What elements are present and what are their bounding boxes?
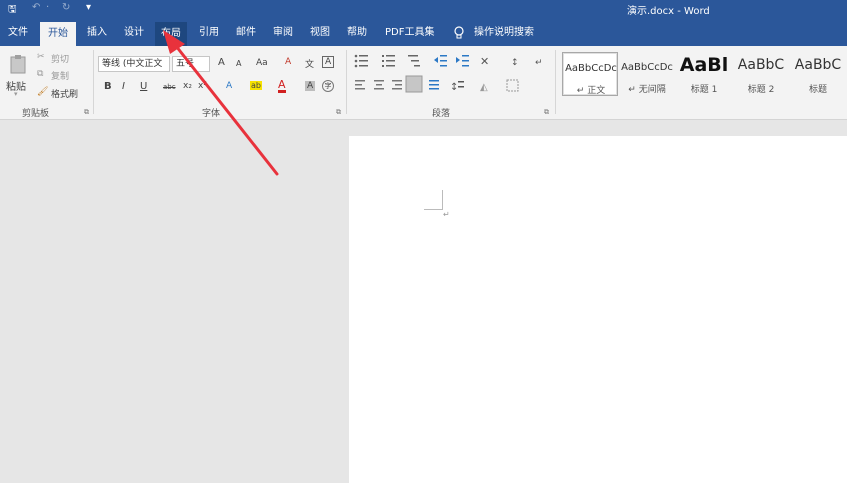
- style-no-spacing[interactable]: AaBbCcDc ↵ 无间隔: [619, 52, 675, 96]
- paragraph-mark: ↵: [443, 210, 450, 219]
- multilevel-list-icon: [408, 55, 420, 67]
- font-size-combo[interactable]: 五号: [172, 56, 210, 72]
- underline-button[interactable]: U: [140, 81, 147, 92]
- tab-home[interactable]: 开始: [40, 22, 76, 46]
- character-border-button[interactable]: A: [322, 56, 335, 68]
- tab-references[interactable]: 引用: [199, 18, 219, 46]
- style-name: 标题 2: [747, 85, 775, 95]
- strikethrough-button[interactable]: abc: [163, 83, 176, 91]
- tab-help[interactable]: 帮助: [347, 18, 367, 46]
- align-center-icon: [374, 80, 384, 90]
- style-sample: AaBbCcDc: [621, 62, 673, 73]
- style-name: ↵ 正文: [576, 86, 606, 96]
- group-divider: [346, 50, 347, 114]
- paste-icon[interactable]: [8, 54, 28, 77]
- clear-formatting-button[interactable]: A: [285, 57, 291, 67]
- borders-icon: [506, 79, 519, 92]
- phonetic-guide-button[interactable]: 文: [305, 57, 314, 70]
- chinese-layout-icon: ✕: [480, 55, 489, 68]
- tab-mailings[interactable]: 邮件: [236, 18, 256, 46]
- font-color-button[interactable]: A: [278, 79, 286, 93]
- paste-dropdown-icon[interactable]: ▾: [14, 90, 18, 98]
- subscript-button[interactable]: x₂: [183, 81, 192, 91]
- font-launcher-icon[interactable]: ⧉: [336, 108, 341, 117]
- window-title: 演示.docx - Word: [627, 6, 710, 17]
- distributed-icon: [429, 80, 439, 90]
- title-bar: 🖫 ↶ · ↻ ▾ 演示.docx - Word: [0, 0, 847, 18]
- tell-me-search[interactable]: 操作说明搜索: [474, 18, 534, 46]
- tab-pdf-tools[interactable]: PDF工具集: [385, 18, 434, 46]
- ribbon: 粘贴 ▾ ✂ 剪切 ⧉ 复制 🖌 格式刷 剪贴板 ⧉ 等线 (中文正文 五号 A…: [0, 46, 847, 120]
- style-heading-2[interactable]: AaBbC 标题 2: [733, 52, 789, 96]
- bullets-icon: [354, 54, 368, 68]
- style-sample: AaBbC: [737, 57, 785, 73]
- decrease-indent-icon: [434, 55, 447, 67]
- style-title[interactable]: AaBbC 标题: [790, 52, 846, 96]
- enclose-characters-button[interactable]: 字: [322, 80, 334, 92]
- svg-text:↕: ↕: [450, 82, 458, 93]
- text-effects-button[interactable]: A: [226, 81, 232, 91]
- style-name: 标题 1: [690, 85, 718, 95]
- style-sample: AaBbCcDc: [565, 63, 617, 74]
- group-divider: [555, 50, 556, 114]
- clipboard-glyph: [10, 55, 26, 74]
- undo-icon[interactable]: ↶: [32, 2, 40, 13]
- ribbon-tabs: 文件 开始 插入 设计 布局 引用 邮件 审阅 视图 帮助 PDF工具集 操作说…: [0, 18, 847, 46]
- sort-icon: ↕: [511, 58, 519, 68]
- margin-corner-mark: [442, 190, 443, 210]
- lightbulb-icon[interactable]: [454, 17, 464, 45]
- redo-icon[interactable]: ↻: [62, 2, 70, 13]
- tab-review[interactable]: 审阅: [273, 18, 293, 46]
- copy-icon[interactable]: ⧉: [37, 69, 43, 79]
- save-icon[interactable]: 🖫: [8, 2, 17, 19]
- font-group-label: 字体: [202, 109, 221, 119]
- format-painter-icon[interactable]: 🖌: [37, 87, 48, 97]
- document-page[interactable]: [349, 136, 847, 483]
- customize-toolbar-icon[interactable]: ▾: [86, 2, 91, 13]
- shrink-font-button[interactable]: A: [236, 59, 241, 68]
- bold-button[interactable]: B: [104, 81, 112, 92]
- tab-file[interactable]: 文件: [8, 18, 28, 46]
- italic-button[interactable]: I: [122, 81, 125, 92]
- paragraph-launcher-icon[interactable]: ⧉: [544, 108, 549, 117]
- style-sample: AaBbC: [794, 57, 842, 73]
- show-marks-icon: ↵: [535, 58, 543, 68]
- align-left-icon: [355, 80, 365, 90]
- paragraph-group-label: 段落: [432, 109, 451, 119]
- justify-icon: [405, 75, 423, 93]
- clipboard-launcher-icon[interactable]: ⧉: [84, 108, 89, 117]
- grow-font-button[interactable]: A: [218, 57, 225, 68]
- lightbulb-glyph: [454, 25, 464, 38]
- margin-corner-mark: [424, 209, 443, 210]
- document-canvas: [0, 120, 847, 483]
- superscript-button[interactable]: x²: [198, 81, 207, 91]
- align-right-icon: [392, 80, 402, 90]
- cut-icon[interactable]: ✂: [37, 52, 45, 62]
- group-divider: [93, 50, 94, 114]
- cut-button[interactable]: 剪切: [51, 52, 69, 65]
- format-painter-button[interactable]: 格式刷: [51, 87, 78, 100]
- line-spacing-icon: ↕: [450, 81, 464, 93]
- paragraph-tools: ✕ ↕ ↵ ↕ ◭: [354, 54, 543, 93]
- font-name-combo[interactable]: 等线 (中文正文: [98, 56, 170, 72]
- style-sample: AaBl: [679, 54, 729, 76]
- undo-dropdown-icon[interactable]: ·: [46, 2, 49, 13]
- style-name: ↵ 无间隔: [628, 85, 666, 95]
- tab-insert[interactable]: 插入: [87, 18, 107, 46]
- shading-icon: ◭: [480, 82, 488, 93]
- style-heading-1[interactable]: AaBl 标题 1: [676, 52, 732, 96]
- style-name: 标题: [808, 85, 827, 95]
- increase-indent-icon: [456, 55, 469, 67]
- numbering-icon: [382, 55, 395, 67]
- copy-button[interactable]: 复制: [51, 69, 69, 82]
- tab-design[interactable]: 设计: [124, 18, 144, 46]
- character-shading-button[interactable]: A: [305, 81, 316, 91]
- tab-view[interactable]: 视图: [310, 18, 330, 46]
- clipboard-group-label: 剪贴板: [22, 109, 50, 119]
- highlight-button[interactable]: ab: [250, 81, 262, 90]
- tab-layout[interactable]: 布局: [155, 22, 187, 46]
- change-case-button[interactable]: Aa: [256, 58, 268, 68]
- style-normal[interactable]: AaBbCcDc ↵ 正文: [562, 52, 618, 96]
